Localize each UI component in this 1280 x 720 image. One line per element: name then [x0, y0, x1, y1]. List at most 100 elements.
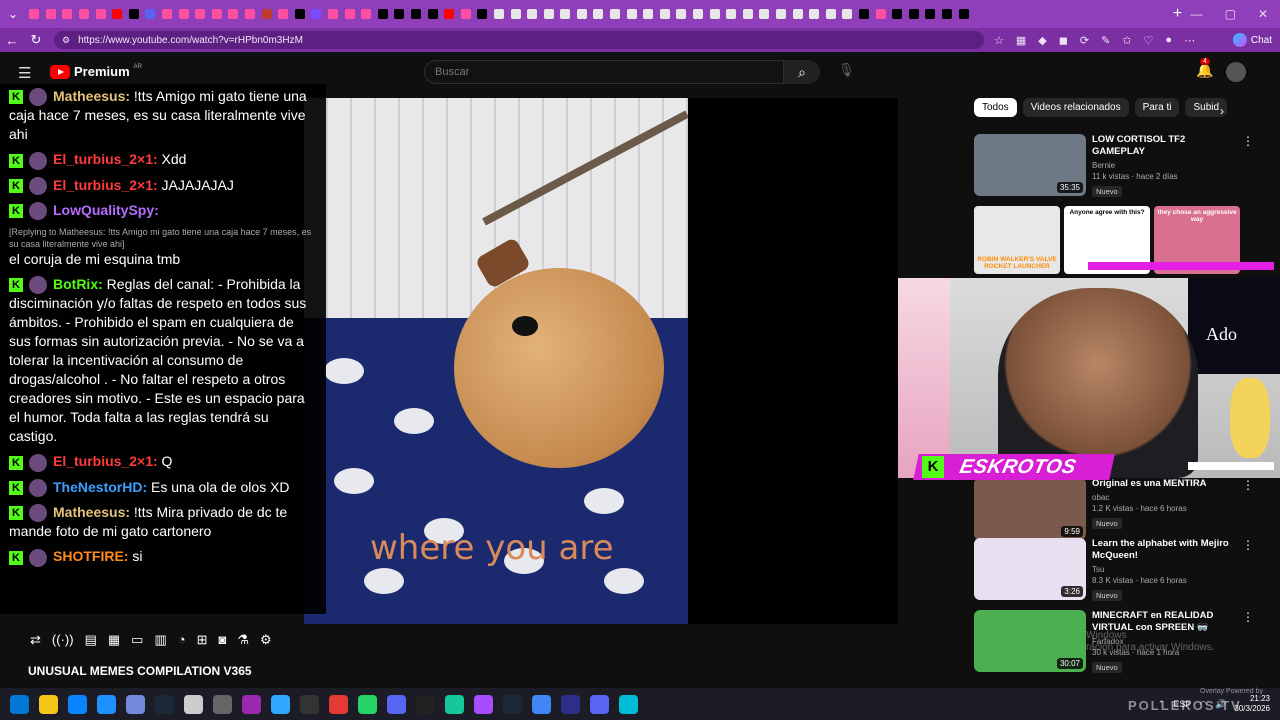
add-icon[interactable]: ⊞ — [197, 632, 208, 648]
browser-tab[interactable] — [657, 0, 674, 28]
search-input[interactable]: Buscar — [424, 60, 784, 84]
browser-tab[interactable] — [275, 0, 292, 28]
browser-tab[interactable] — [109, 0, 126, 28]
tab-menu-button[interactable]: ⌄ — [0, 0, 26, 28]
browser-tab[interactable] — [192, 0, 209, 28]
browser-tab[interactable] — [640, 0, 657, 28]
browser-tab[interactable] — [872, 0, 889, 28]
browser-tab[interactable] — [574, 0, 591, 28]
browser-tab[interactable] — [92, 0, 109, 28]
browser-tab[interactable] — [225, 0, 242, 28]
video-thumbnail[interactable]: 35:35 — [974, 134, 1086, 196]
browser-tab[interactable] — [43, 0, 60, 28]
browser-tab[interactable] — [955, 0, 972, 28]
video-thumbnail[interactable]: 30:07 — [974, 610, 1086, 672]
taskbar-app-icon[interactable] — [416, 694, 435, 714]
browser-tab[interactable] — [408, 0, 425, 28]
camera-icon[interactable]: ◙ — [219, 632, 227, 648]
browser-tab[interactable] — [358, 0, 375, 28]
browser-tab[interactable] — [706, 0, 723, 28]
browser-tab[interactable] — [524, 0, 541, 28]
close-window-button[interactable]: ✕ — [1258, 7, 1268, 21]
video-title[interactable]: LOW CORTISOL TF2 GAMEPLAY — [1092, 134, 1232, 158]
taskbar-app-icon[interactable] — [329, 694, 348, 714]
back-button[interactable]: ← — [0, 33, 24, 48]
chat-username[interactable]: El_turbius_2×1: — [53, 177, 158, 193]
chat-username[interactable]: TheNestorHD: — [53, 479, 147, 495]
extension-icon[interactable]: ◼ — [1059, 34, 1068, 47]
browser-tab[interactable] — [59, 0, 76, 28]
browser-tab[interactable] — [623, 0, 640, 28]
browser-tab[interactable] — [590, 0, 607, 28]
site-info-icon[interactable]: ⚙ — [62, 35, 70, 46]
chat-username[interactable]: Matheesus: — [53, 504, 130, 520]
loop-icon[interactable]: ⇄ — [30, 632, 41, 648]
short-thumbnail[interactable]: ROBIN WALKER'S VALVE ROCKET LAUNCHER — [974, 206, 1060, 274]
browser-tab[interactable] — [540, 0, 557, 28]
recommended-video[interactable]: 9:59 Original es una MENTIRA obac 1.2 K vis… — [974, 478, 1254, 540]
browser-tab[interactable] — [557, 0, 574, 28]
chat-username[interactable]: BotRix: — [53, 276, 103, 292]
browser-tab[interactable] — [292, 0, 309, 28]
settings-icon[interactable]: ⚙ — [260, 632, 272, 648]
taskbar-app-icon[interactable] — [532, 694, 551, 714]
video-thumbnail[interactable]: 9:59 — [974, 478, 1086, 540]
copilot-chat-button[interactable]: Chat — [1232, 33, 1272, 47]
extension-icon[interactable]: ◆ — [1038, 34, 1046, 47]
film-icon[interactable]: ▥ — [154, 632, 166, 648]
browser-tab[interactable] — [889, 0, 906, 28]
browser-tab[interactable] — [839, 0, 856, 28]
taskbar-app-icon[interactable] — [387, 694, 406, 714]
taskbar-app-icon[interactable] — [503, 694, 522, 714]
browser-tab[interactable] — [258, 0, 275, 28]
subtitles-icon[interactable]: ▤ — [85, 632, 97, 648]
maximize-button[interactable]: ▢ — [1225, 7, 1236, 21]
more-icon[interactable]: ⋯ — [1184, 34, 1195, 47]
youtube-logo[interactable]: Premium AR — [50, 64, 142, 79]
browser-tab[interactable] — [374, 0, 391, 28]
filter-chip[interactable]: Todos — [974, 98, 1017, 117]
favorite-icon[interactable]: ☆ — [994, 34, 1004, 47]
heart-icon[interactable]: ♡ — [1144, 34, 1154, 47]
screen-icon[interactable]: ▭ — [131, 632, 143, 648]
browser-tab[interactable] — [441, 0, 458, 28]
audio-icon[interactable]: ((·)) — [52, 632, 74, 648]
browser-tab[interactable] — [491, 0, 508, 28]
chat-username[interactable]: El_turbius_2×1: — [53, 151, 158, 167]
more-options-icon[interactable]: ⋮ — [1242, 538, 1254, 603]
account-avatar[interactable] — [1226, 62, 1246, 82]
taskbar-app-icon[interactable] — [184, 694, 203, 714]
browser-tab[interactable] — [823, 0, 840, 28]
taskbar-app-icon[interactable] — [300, 694, 319, 714]
browser-tab[interactable] — [607, 0, 624, 28]
channel-name[interactable]: Tsu — [1092, 565, 1232, 574]
video-thumbnail[interactable]: 3:26 — [974, 538, 1086, 600]
start-menu-icon[interactable] — [10, 694, 29, 714]
browser-tab[interactable] — [756, 0, 773, 28]
browser-tab[interactable] — [806, 0, 823, 28]
browser-tab[interactable] — [856, 0, 873, 28]
browser-tab[interactable] — [159, 0, 176, 28]
more-options-icon[interactable]: ⋮ — [1242, 610, 1254, 675]
filter-chip[interactable]: Para ti — [1134, 98, 1180, 117]
more-options-icon[interactable]: ⋮ — [1242, 134, 1254, 199]
taskbar-app-icon[interactable] — [271, 694, 290, 714]
profile-icon[interactable]: ● — [1165, 34, 1172, 46]
more-options-icon[interactable]: ⋮ — [1242, 478, 1254, 540]
video-title[interactable]: Original es una MENTIRA — [1092, 478, 1232, 490]
taskbar-app-icon[interactable] — [474, 694, 493, 714]
chat-username[interactable]: LowQualitySpy: — [53, 202, 159, 218]
browser-tab[interactable] — [690, 0, 707, 28]
chat-username[interactable]: Matheesus: — [53, 88, 130, 104]
taskbar-app-icon[interactable] — [590, 694, 609, 714]
browser-tab[interactable] — [209, 0, 226, 28]
browser-tab[interactable] — [76, 0, 93, 28]
extension-icon[interactable]: ✎ — [1101, 34, 1110, 47]
taskbar-app-icon[interactable] — [126, 694, 145, 714]
channel-name[interactable]: obac — [1092, 493, 1232, 502]
browser-tab[interactable] — [424, 0, 441, 28]
browser-tab[interactable] — [457, 0, 474, 28]
minimize-button[interactable]: — — [1191, 7, 1203, 21]
taskbar-app-icon[interactable] — [358, 694, 377, 714]
taskbar-app-icon[interactable] — [68, 694, 87, 714]
